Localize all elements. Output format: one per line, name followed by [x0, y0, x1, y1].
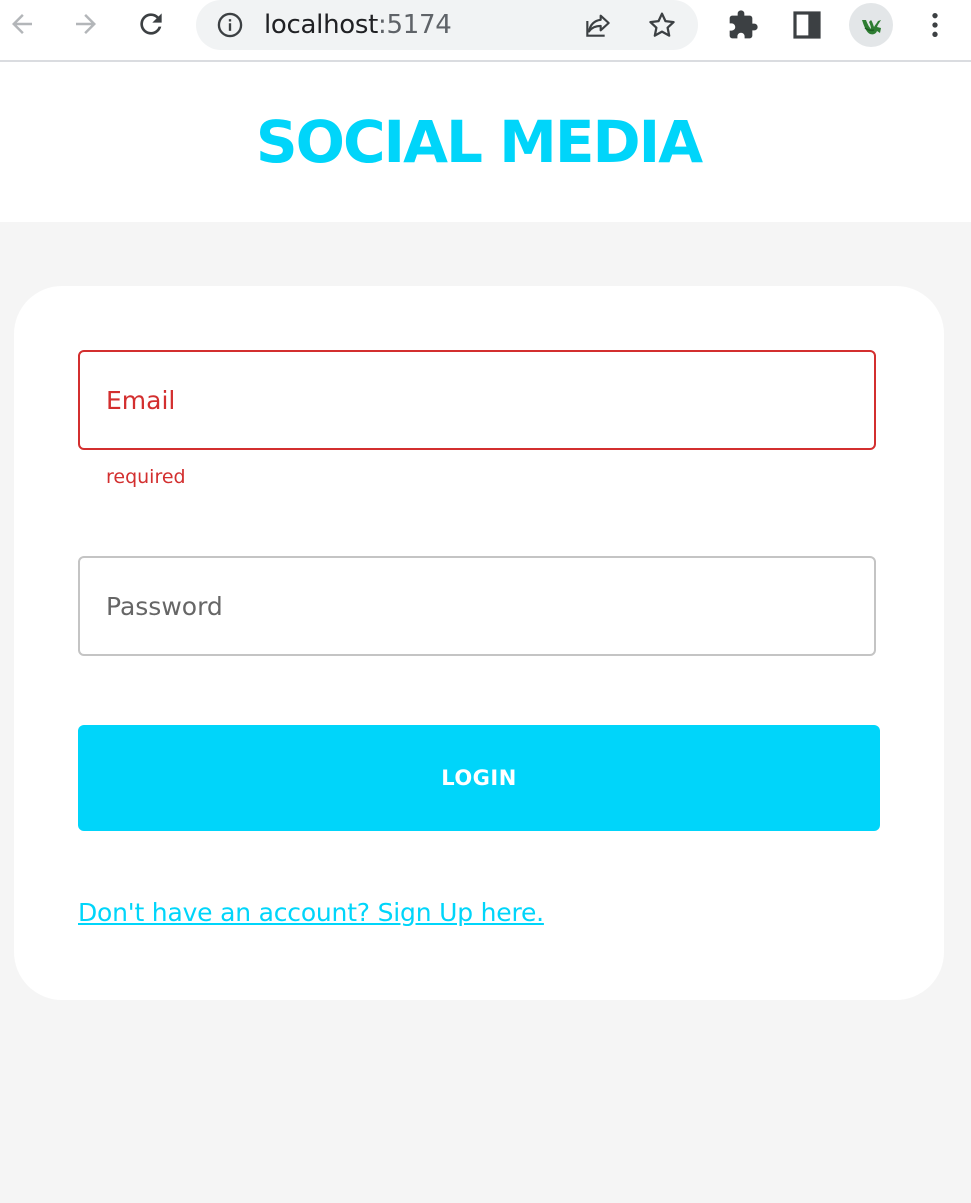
brand-title: SOCIAL MEDIA — [255, 108, 703, 176]
url-text: localhost:5174 — [264, 9, 452, 41]
url-port: :5174 — [378, 10, 452, 40]
login-card: required LOGIN Don't have an account? Si… — [14, 286, 944, 1000]
email-input[interactable] — [106, 352, 846, 448]
kebab-menu-icon — [932, 13, 938, 37]
star-icon[interactable] — [646, 9, 678, 41]
avatar[interactable] — [849, 3, 893, 47]
email-field[interactable] — [78, 350, 876, 450]
password-field[interactable] — [78, 556, 876, 656]
url-host: localhost — [264, 10, 379, 40]
info-icon — [217, 12, 243, 38]
reload-button[interactable] — [133, 6, 169, 42]
profile-image-icon — [862, 20, 881, 35]
browser-toolbar: localhost:5174 — [0, 0, 971, 62]
puzzle-icon — [729, 10, 758, 39]
side-panel-icon — [793, 11, 821, 39]
forward-button[interactable] — [68, 6, 104, 42]
login-button[interactable]: LOGIN — [78, 725, 880, 831]
password-input[interactable] — [106, 558, 846, 654]
menu-button[interactable] — [916, 6, 954, 44]
signup-link[interactable]: Don't have an account? Sign Up here. — [78, 898, 544, 927]
share-icon[interactable] — [582, 9, 614, 41]
app-header: SOCIAL MEDIA — [0, 62, 971, 222]
address-bar[interactable]: localhost:5174 — [196, 0, 698, 50]
side-panel-button[interactable] — [788, 6, 826, 44]
extensions-button[interactable] — [724, 6, 762, 44]
forward-arrow-icon — [76, 14, 96, 34]
email-helper-text: required — [106, 466, 186, 488]
reload-icon — [140, 13, 162, 35]
back-arrow-icon — [12, 14, 32, 34]
back-button[interactable] — [4, 6, 40, 42]
